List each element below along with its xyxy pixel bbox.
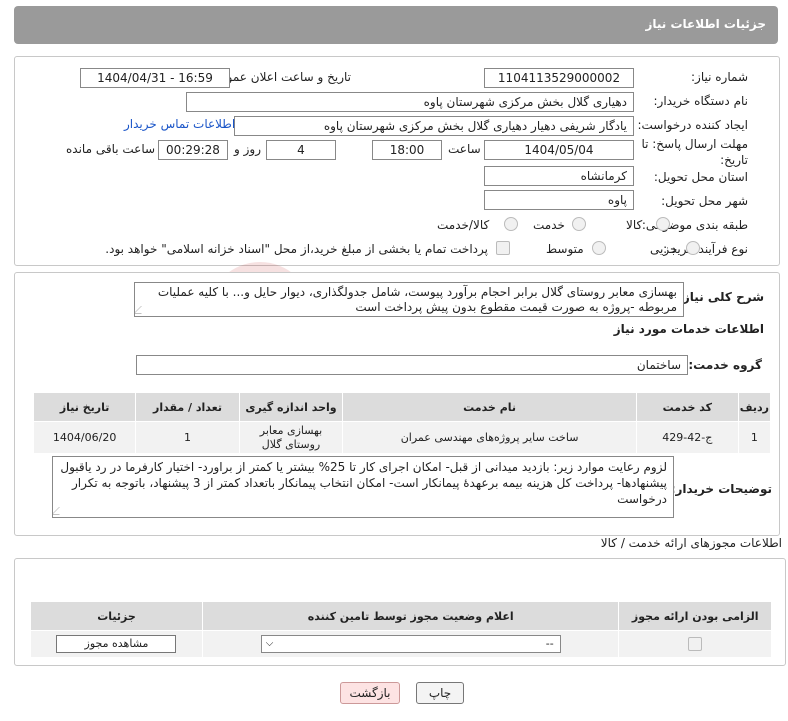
- resize-grip[interactable]: [53, 507, 67, 515]
- col-date: تاریخ نیاز: [32, 392, 137, 422]
- col-row: ردیف: [737, 392, 772, 422]
- deadline-time-label: ساعت: [448, 142, 481, 156]
- service-group-label: گروه خدمت:: [688, 358, 762, 372]
- province-field: کرمانشاه: [484, 166, 634, 186]
- category-service-label: خدمت: [533, 218, 565, 232]
- deadline-label: مهلت ارسال پاسخ: تا تاریخ:: [628, 136, 748, 168]
- process-minor-radio[interactable]: [686, 241, 700, 255]
- deadline-days-field: 4: [266, 140, 336, 160]
- need-number-label: شماره نیاز:: [691, 70, 748, 84]
- deadline-date-field: 1404/05/04: [484, 140, 634, 160]
- services-section-title: اطلاعات خدمات مورد نیاز: [613, 322, 764, 336]
- table-row: 1 ج-42-429 ساخت سایر پروژه‌های مهندسی عم…: [32, 421, 772, 454]
- col-name: نام خدمت: [342, 392, 637, 422]
- summary-label: شرح کلی نیاز:: [678, 290, 764, 304]
- back-button[interactable]: بازگشت: [340, 682, 400, 704]
- licenses-table: الزامی بودن ارائه مجوز اعلام وضعیت مجوز …: [30, 601, 772, 658]
- creator-field: یادگار شریفی دهیار دهیاری گلال بخش مرکزی…: [234, 116, 634, 136]
- buyer-org-label: نام دستگاه خریدار:: [653, 94, 749, 108]
- category-goods-service-label: کالا/خدمت: [437, 218, 490, 232]
- col-license-details: جزئیات: [30, 601, 203, 631]
- col-license-required: الزامی بودن ارائه مجوز: [618, 601, 772, 631]
- remaining-time-label: ساعت باقی مانده: [66, 142, 156, 156]
- resize-grip[interactable]: [135, 306, 149, 314]
- category-goods-label: کالا: [626, 218, 643, 232]
- license-status-cell: -- ⌵: [201, 630, 620, 658]
- service-group-field: ساختمان: [136, 355, 688, 375]
- buyer-notes-text: لزوم رعایت موارد زیر: بازدید میدانی از ق…: [60, 460, 667, 506]
- page-header: جزئیات اطلاعات نیاز: [14, 6, 778, 44]
- licenses-header-row: الزامی بودن ارائه مجوز اعلام وضعیت مجوز …: [30, 601, 772, 631]
- deadline-label-text: مهلت ارسال پاسخ: تا تاریخ:: [641, 137, 748, 167]
- need-number-field: 1104113529000002: [484, 68, 634, 88]
- col-unit: واحد اندازه گیری: [238, 392, 344, 422]
- treasury-payment-note: پرداخت تمام یا بخشی از مبلغ خرید،از محل …: [105, 242, 488, 256]
- license-required-cell: [618, 630, 772, 658]
- buyer-contact-link[interactable]: اطلاعات تماس خریدار: [124, 117, 235, 131]
- treasury-payment-checkbox[interactable]: [496, 241, 510, 255]
- process-medium-radio[interactable]: [592, 241, 606, 255]
- page-title: جزئیات اطلاعات نیاز: [645, 17, 766, 31]
- process-minor-label: جزیی: [650, 242, 678, 256]
- services-header-row: ردیف کد خدمت نام خدمت واحد اندازه گیری ت…: [32, 392, 772, 422]
- summary-textarea[interactable]: بهسازی معابر روستای گلال برابر احجام برآ…: [134, 282, 684, 317]
- city-field: پاوه: [484, 190, 634, 210]
- cell-qty: 1: [135, 421, 240, 454]
- creator-label: ایجاد کننده درخواست:: [637, 118, 748, 132]
- remaining-time-field: 00:29:28: [158, 140, 228, 160]
- cell-name: ساخت سایر پروژه‌های مهندسی عمران: [342, 421, 637, 454]
- category-service-radio[interactable]: [572, 217, 586, 231]
- province-label: استان محل تحویل:: [653, 170, 748, 184]
- category-goods-radio[interactable]: [656, 217, 670, 231]
- license-details-cell: مشاهده مجوز: [30, 630, 203, 658]
- cell-unit: بهسازی معابر روستای گلال: [238, 421, 344, 454]
- process-medium-label: متوسط: [546, 242, 584, 256]
- announce-date-field: 1404/04/31 - 16:59: [80, 68, 230, 88]
- city-label: شهر محل تحویل:: [661, 194, 748, 208]
- cell-code: ج-42-429: [635, 421, 739, 454]
- category-goods-service-radio[interactable]: [504, 217, 518, 231]
- license-required-checkbox[interactable]: [688, 637, 703, 652]
- buyer-org-field: دهیاری گلال بخش مرکزی شهرستان پاوه: [186, 92, 634, 112]
- cell-date: 1404/06/20: [32, 421, 137, 454]
- chevron-down-icon: ⌵: [265, 638, 274, 649]
- cell-row: 1: [737, 421, 772, 454]
- col-qty: تعداد / مقدار: [135, 392, 240, 422]
- buyer-notes-label: توضیحات خریدار:: [670, 482, 772, 496]
- services-table: ردیف کد خدمت نام خدمت واحد اندازه گیری ت…: [32, 392, 772, 454]
- deadline-days-label: روز و: [234, 142, 261, 156]
- col-license-status: اعلام وضعیت مجوز توسط تامین کننده: [201, 601, 620, 631]
- table-row: -- ⌵ مشاهده مجوز: [30, 630, 772, 658]
- summary-text: بهسازی معابر روستای گلال برابر احجام برآ…: [157, 285, 677, 314]
- buyer-notes-textarea[interactable]: لزوم رعایت موارد زیر: بازدید میدانی از ق…: [52, 456, 674, 518]
- licenses-section-title: اطلاعات مجوزهای ارائه خدمت / کالا: [600, 536, 782, 550]
- print-button[interactable]: چاپ: [416, 682, 464, 704]
- view-license-button[interactable]: مشاهده مجوز: [56, 635, 177, 653]
- license-status-value: --: [545, 637, 554, 650]
- col-code: کد خدمت: [635, 392, 739, 422]
- license-status-select[interactable]: -- ⌵: [260, 635, 561, 653]
- deadline-time-field: 18:00: [372, 140, 442, 160]
